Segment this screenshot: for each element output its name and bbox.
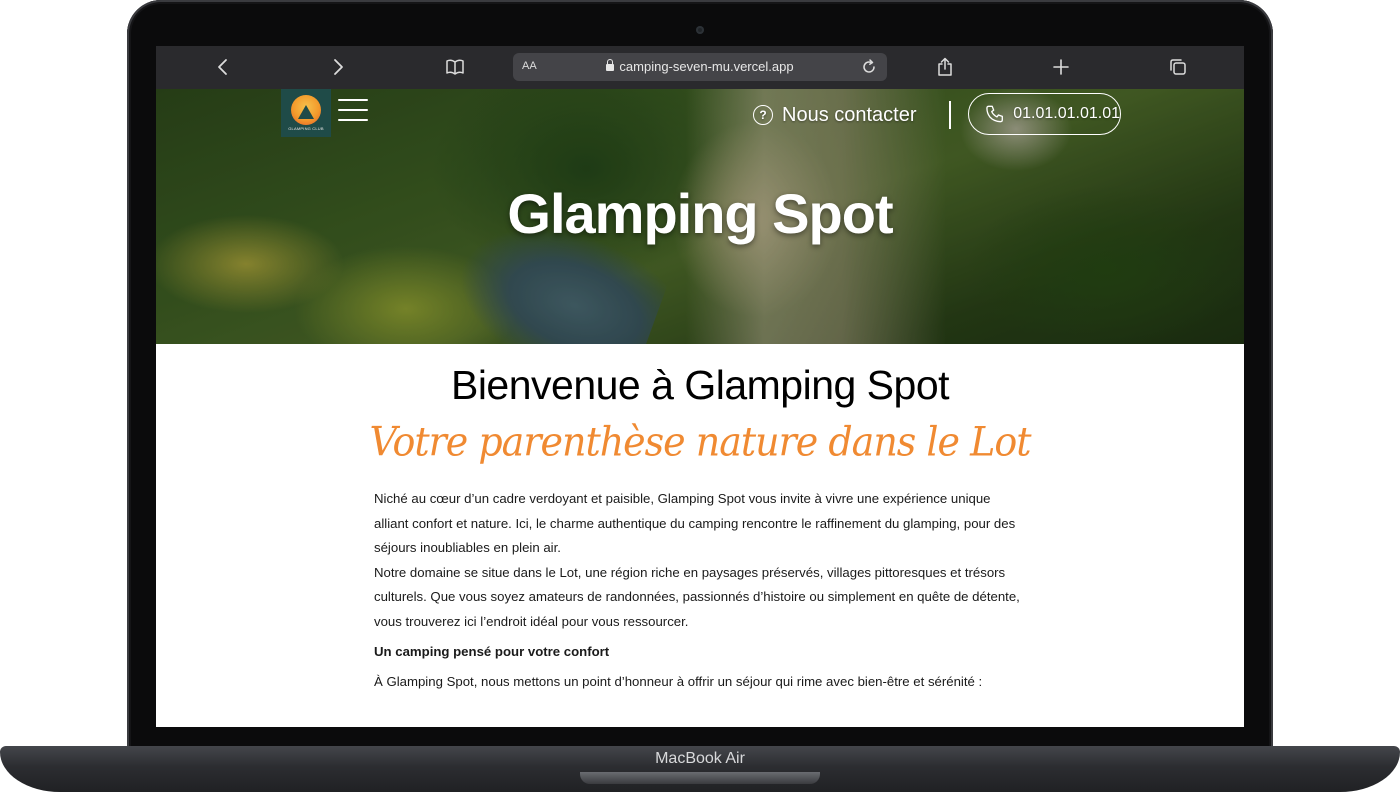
browser-toolbar: AA camping-seven-mu.vercel.app: [156, 46, 1244, 89]
section-paragraph: À Glamping Spot, nous mettons un point d…: [374, 673, 983, 689]
hero-banner: GLAMPING CLUB ? Nous contacter 01.01.01.…: [156, 89, 1244, 344]
share-icon: [938, 57, 952, 76]
contact-link[interactable]: ? Nous contacter: [753, 103, 917, 127]
laptop-base-notch: [580, 772, 820, 784]
lock-icon: [606, 59, 615, 71]
phone-button[interactable]: 01.01.01.01.01: [968, 93, 1121, 135]
reload-icon[interactable]: [859, 57, 879, 77]
url-display[interactable]: camping-seven-mu.vercel.app: [513, 59, 887, 74]
phone-label: 01.01.01.01.01: [1013, 105, 1120, 122]
tabs-icon: [1170, 59, 1186, 75]
header-divider: [949, 101, 951, 129]
bookmarks-icon: [446, 59, 464, 75]
hamburger-menu-button[interactable]: [338, 97, 370, 125]
logo-sun-icon: [291, 95, 321, 125]
welcome-heading: Bienvenue à Glamping Spot: [450, 362, 950, 408]
site-logo[interactable]: GLAMPING CLUB: [281, 89, 331, 137]
camera-icon: [696, 26, 704, 34]
menu-icon: [338, 99, 368, 101]
screen-bottom-bezel: [156, 727, 1244, 747]
intro-paragraph: Notre domaine se situe dans le Lot, une …: [374, 564, 1020, 629]
section-subheading: Un camping pensé pour votre confort: [374, 644, 610, 659]
new-tab-button[interactable]: [1047, 54, 1075, 80]
tagline: Votre parenthèse nature dans le Lot: [369, 418, 1032, 466]
intro-paragraph: Niché au cœur d’un cadre verdoyant et pa…: [374, 491, 1016, 555]
address-bar[interactable]: AA camping-seven-mu.vercel.app: [513, 53, 887, 81]
device-model-label: MacBook Air: [655, 750, 745, 767]
tabs-overview-button[interactable]: [1164, 54, 1192, 80]
phone-icon: [986, 105, 1003, 123]
question-circle-icon: ?: [753, 105, 773, 125]
forward-button[interactable]: [324, 54, 352, 80]
screen: AA camping-seven-mu.vercel.app GLAMPING …: [156, 46, 1244, 727]
contact-label: Nous contacter: [782, 103, 917, 126]
bookmarks-button[interactable]: [441, 54, 469, 80]
share-button[interactable]: [931, 54, 959, 80]
back-button[interactable]: [209, 54, 237, 80]
intro-text: Niché au cœur d’un cadre verdoyant et pa…: [374, 487, 1024, 694]
main-content: Bienvenue à Glamping Spot Votre parenthè…: [156, 344, 1244, 727]
hero-title: Glamping Spot: [507, 182, 893, 245]
logo-caption: GLAMPING CLUB: [288, 126, 324, 131]
forward-icon: [334, 59, 343, 75]
back-icon: [218, 59, 227, 75]
url-text: camping-seven-mu.vercel.app: [619, 59, 794, 74]
new-tab-icon: [1053, 59, 1069, 75]
